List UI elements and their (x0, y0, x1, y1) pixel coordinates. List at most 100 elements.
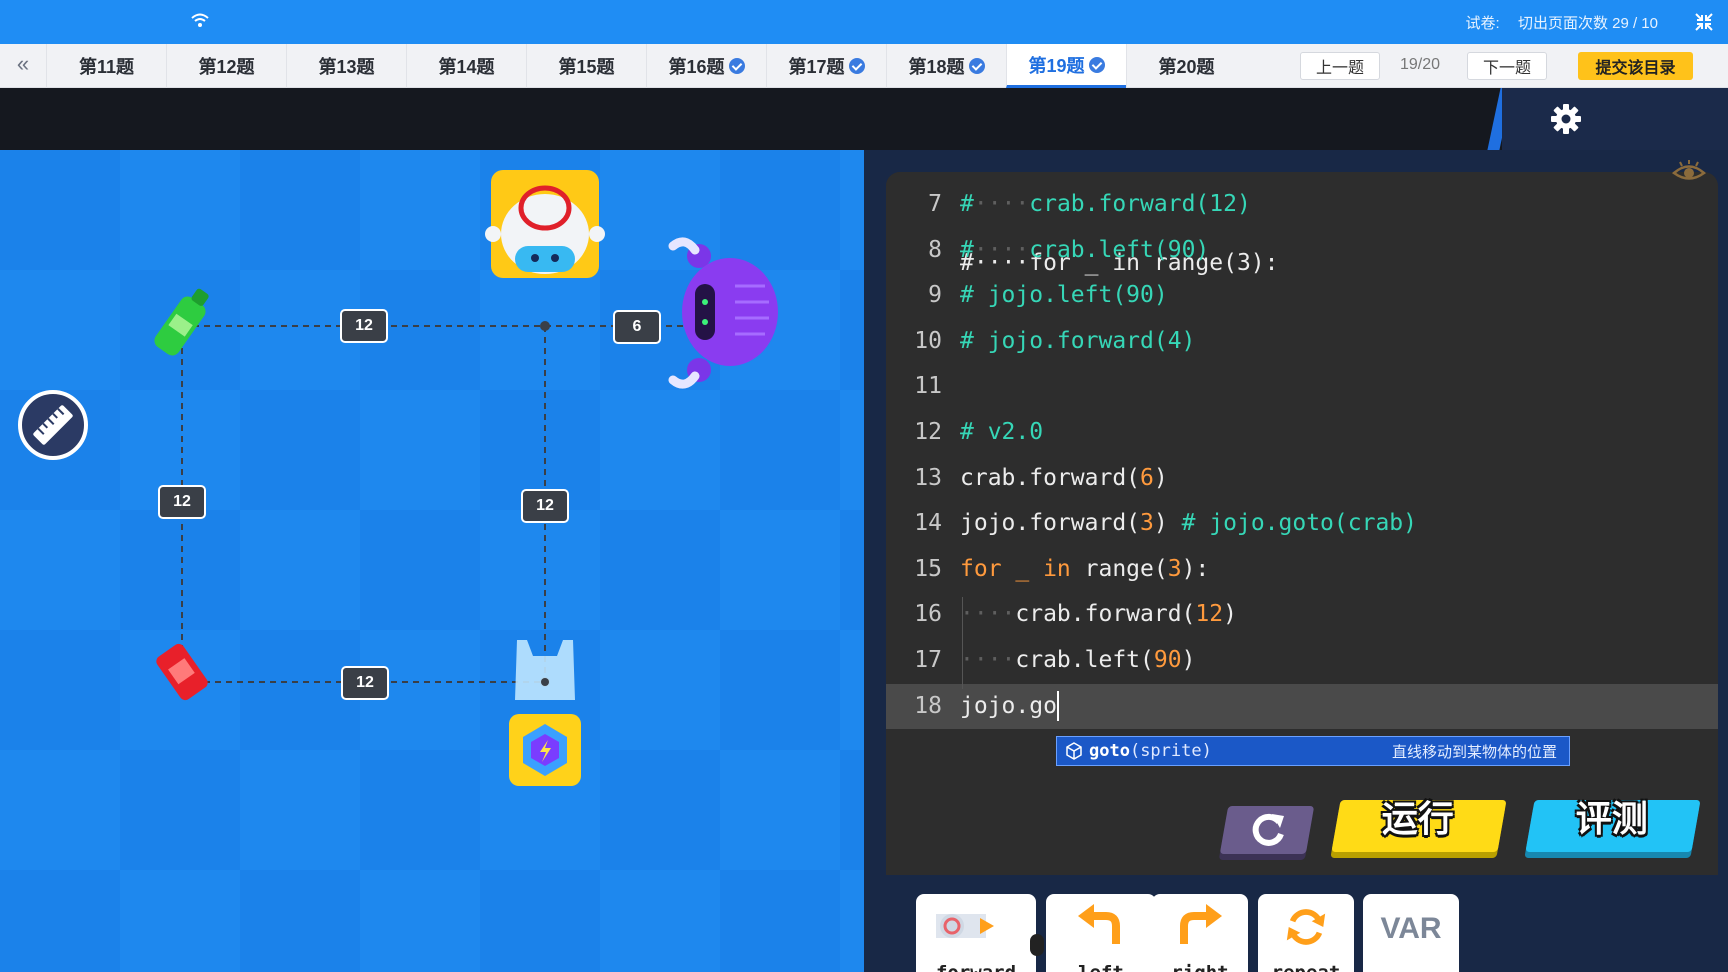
forward-icon (936, 914, 994, 938)
repeat-block[interactable]: repeat (1258, 894, 1354, 972)
distance-label: 12 (340, 309, 388, 343)
distance-label: 12 (521, 489, 569, 523)
right-block[interactable]: right (1152, 894, 1248, 972)
code-text: jojo.go (960, 684, 1059, 730)
double-chevron-left-icon[interactable]: « (0, 44, 46, 88)
autocomplete-description: 直线移动到某物体的位置 (1391, 743, 1557, 761)
distance-label: 12 (341, 666, 389, 700)
reset-icon (1252, 813, 1284, 846)
next-question-button[interactable]: 下一题 (1467, 52, 1547, 80)
run-button[interactable]: 运行 (1331, 798, 1507, 852)
tab-question-11[interactable]: 第11题 (46, 44, 166, 88)
code-editor[interactable]: #····for _ in range(3): 7 #····crab.forwa… (886, 172, 1718, 875)
turn-right-icon (1180, 904, 1222, 944)
method-cube-icon (1066, 742, 1082, 760)
code-line: 13 crab.forward(6) (886, 456, 1718, 502)
code-text: ····crab.forward(12) (960, 601, 1237, 628)
toolbar-dark (0, 88, 1728, 150)
prev-question-button[interactable]: 上一题 (1300, 52, 1380, 80)
evaluate-button[interactable]: 评测 (1525, 798, 1701, 852)
game-field: 12 6 12 12 12 (0, 150, 864, 972)
code-text: #····crab.forward(12) (960, 191, 1251, 217)
line-number: 18 (914, 692, 942, 719)
check-circle-icon (968, 58, 985, 74)
tab-question-16[interactable]: 第16题 (646, 44, 766, 88)
question-tab-bar: « 第11题 第12题 第13题 第14题 第15题 第16题 第17题 第18题 第19题 第2… (0, 44, 1728, 88)
code-line: 16 ····crab.forward(12) (886, 592, 1718, 638)
code-line: 10 # jojo.forward(4) (886, 319, 1718, 365)
status-bar: 试卷: 切出页面次数 29 / 10 (0, 0, 1728, 44)
eye-icon[interactable] (1672, 160, 1706, 184)
ruler-icon (33, 405, 73, 445)
tab-label: 第17题 (788, 57, 845, 77)
check-circle-icon (848, 58, 865, 74)
tab-label: 第20题 (1158, 57, 1215, 77)
tab-label: 第11题 (78, 57, 135, 77)
code-text: for _ in range(3): (960, 555, 1210, 582)
autocomplete-name: goto (1089, 741, 1130, 761)
code-line: 15 for _ in range(3): (886, 547, 1718, 593)
code-text: ····crab.left(90) (960, 647, 1196, 673)
line-number: 9 (928, 282, 942, 309)
tab-question-12[interactable]: 第12题 (166, 44, 286, 88)
tab-question-18[interactable]: 第18题 (886, 44, 1006, 88)
tab-question-13[interactable]: 第13题 (286, 44, 406, 88)
tab-label: 第19题 (1028, 55, 1085, 76)
line-number: 15 (914, 555, 942, 582)
exam-info: 试卷: 切出页面次数 29 / 10 (1465, 12, 1658, 33)
tab-label: 第15题 (558, 57, 615, 77)
code-line: 12 # v2.0 (886, 410, 1718, 456)
line-number: 12 (914, 419, 942, 445)
code-text: crab.forward(6) (960, 464, 1168, 491)
turn-left-icon (1078, 904, 1120, 944)
reset-button[interactable] (1219, 806, 1315, 854)
left-block[interactable]: left (1046, 894, 1156, 972)
code-text: #····crab.left(90) (960, 236, 1210, 263)
tab-question-17[interactable]: 第17题 (766, 44, 886, 88)
tab-label: 第13题 (318, 57, 375, 77)
collapse-icon[interactable] (1694, 12, 1714, 32)
distance-label: 12 (158, 485, 206, 519)
line-number: 16 (914, 601, 942, 628)
tab-question-19[interactable]: 第19题 (1006, 44, 1126, 88)
tab-label: 第16题 (668, 57, 725, 77)
run-label: 运行 (1381, 798, 1454, 839)
energy-crystal-icon (509, 714, 581, 786)
text-cursor (1056, 691, 1059, 722)
repeat-icon (1286, 909, 1326, 945)
gear-icon[interactable] (1550, 103, 1582, 135)
jojo-robot-icon (485, 170, 605, 278)
line-number: 14 (914, 510, 942, 537)
autocomplete-signature: (sprite) (1129, 741, 1212, 761)
line-number: 17 (914, 647, 942, 673)
code-text: jojo.forward(3) # jojo.goto(crab) (960, 510, 1417, 537)
code-line: 11 (886, 364, 1718, 410)
code-line: 9 # jojo.left(90) (886, 273, 1718, 319)
code-line-current: 18 jojo.go (886, 683, 1718, 730)
tab-question-15[interactable]: 第15题 (526, 44, 646, 88)
ruler-button[interactable] (18, 390, 88, 460)
tab-label: 第14题 (438, 57, 495, 77)
switch-count: 切出页面次数 29 / 10 (1517, 15, 1658, 32)
exam-label: 试卷: (1465, 15, 1500, 32)
distance-label: 6 (613, 310, 661, 344)
line-number: 11 (914, 373, 942, 400)
tab-question-14[interactable]: 第14题 (406, 44, 526, 88)
evaluate-label: 评测 (1575, 798, 1648, 839)
forward-block[interactable]: forward (916, 894, 1036, 972)
code-text: # jojo.left(90) (960, 282, 1168, 309)
check-circle-icon (728, 58, 745, 74)
code-text: # v2.0 (960, 419, 1044, 445)
tab-label: 第12题 (198, 57, 255, 77)
line-number: 13 (914, 464, 942, 491)
autocomplete-suggestion[interactable]: goto (sprite) 直线移动到某物体的位置 (1056, 736, 1570, 766)
line-number: 8 (928, 236, 942, 263)
submit-button[interactable]: 提交该目录 (1578, 52, 1693, 80)
var-block[interactable]: VAR (1363, 894, 1459, 972)
wifi-icon (191, 13, 209, 27)
field-grid (0, 150, 864, 972)
var-icon: VAR (1380, 912, 1442, 945)
code-line: 14 jojo.forward(3) # jojo.goto(crab) (886, 501, 1718, 547)
tab-question-20[interactable]: 第20题 (1126, 44, 1246, 88)
check-circle-icon (1088, 56, 1105, 73)
